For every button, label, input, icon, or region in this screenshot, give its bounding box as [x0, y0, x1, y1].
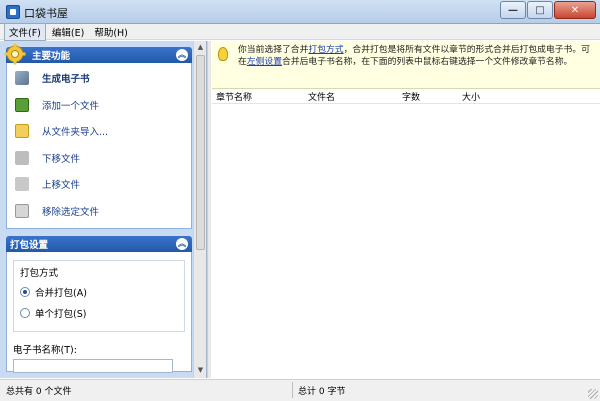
pack-settings-body: 打包方式 合并打包(A) 单个打包(S) 电子书名称(T):	[6, 252, 192, 373]
info-text: 你当前选择了合并打包方式，合并打包是将所有文件以章节的形式合并后打包成电子书。可…	[238, 45, 594, 68]
task-add-file[interactable]: 添加一个文件	[7, 92, 191, 119]
chapter-table[interactable]: 章节名称 文件名 字数 大小	[212, 90, 600, 378]
maximize-button[interactable]: □	[527, 1, 553, 19]
add-file-icon	[15, 97, 29, 112]
window-title: 口袋书屋	[24, 7, 68, 20]
minimize-button[interactable]: —	[500, 1, 526, 19]
task-generate-ebook[interactable]: 生成电子书	[7, 65, 191, 92]
collapse-main-functions-icon[interactable]: ︽	[176, 49, 188, 61]
table-header: 章节名称 文件名 字数 大小	[212, 90, 600, 104]
task-remove-file[interactable]: 移除选定文件	[7, 198, 191, 225]
task-label: 下移文件	[42, 153, 81, 165]
task-label: 从文件夹导入...	[42, 127, 109, 139]
info-banner: 你当前选择了合并打包方式，合并打包是将所有文件以章节的形式合并后打包成电子书。可…	[212, 41, 600, 89]
ebook-name-label: 电子书名称(T):	[13, 345, 77, 356]
info-text-part: 合并后电子书名称，在下面的列表中鼠标右键选择一个文件修改章节名称。	[282, 56, 573, 67]
move-down-icon	[15, 150, 29, 165]
ebook-name-input[interactable]	[13, 359, 173, 373]
status-divider	[292, 382, 293, 398]
pack-mode-group: 打包方式 合并打包(A) 单个打包(S)	[13, 260, 185, 332]
main-functions-title: 主要功能	[32, 51, 71, 62]
radio-merge-pack[interactable]: 合并打包(A)	[20, 285, 178, 299]
main-functions-panel: 主要功能 ︽ 生成电子书 添加一个文件 从文件夹导入... 下移文件 上移文件 …	[4, 43, 192, 229]
lightbulb-icon	[218, 47, 228, 61]
pack-mode-title: 打包方式	[20, 268, 59, 279]
title-bar: 口袋书屋 — □ ✕	[0, 0, 600, 24]
pane-splitter[interactable]	[207, 41, 211, 378]
task-label: 生成电子书	[42, 74, 90, 86]
task-import-folder[interactable]: 从文件夹导入...	[7, 118, 191, 145]
book-icon	[15, 71, 29, 86]
status-total-bytes: 总计 0 字节	[298, 387, 346, 397]
resize-grip-icon[interactable]	[588, 389, 598, 399]
radio-label: 单个打包(S)	[35, 309, 87, 320]
main-functions-body: 生成电子书 添加一个文件 从文件夹导入... 下移文件 上移文件 移除选定文件	[6, 63, 192, 229]
radio-label: 合并打包(A)	[35, 288, 87, 299]
folder-icon	[15, 124, 29, 139]
pack-settings-header[interactable]: 打包设置 ︽	[6, 236, 192, 252]
task-pane-scrollbar[interactable]: ▲ ▼	[193, 41, 206, 378]
task-label: 上移文件	[42, 180, 81, 192]
status-bar: 总共有 0 个文件 总计 0 字节	[0, 379, 600, 401]
info-text-part: 你当前选择了合并	[238, 45, 309, 55]
window-controls: — □ ✕	[499, 1, 596, 19]
task-label: 移除选定文件	[42, 206, 100, 218]
column-word-count[interactable]: 字数	[398, 90, 458, 103]
app-book-icon	[6, 5, 20, 19]
pack-settings-panel: 打包设置 ︽ 打包方式 合并打包(A) 单个打包(S) 电子书名称(T):	[6, 236, 192, 373]
radio-single-pack[interactable]: 单个打包(S)	[20, 306, 178, 320]
left-settings-link[interactable]: 左侧设置	[247, 57, 282, 67]
menu-bar: 文件(F) 编辑(E) 帮助(H)	[0, 22, 600, 41]
column-size[interactable]: 大小	[458, 90, 518, 103]
menu-edit[interactable]: 编辑(E)	[48, 24, 88, 40]
task-pane: 主要功能 ︽ 生成电子书 添加一个文件 从文件夹导入... 下移文件 上移文件 …	[0, 41, 207, 378]
column-chapter-name[interactable]: 章节名称	[212, 90, 304, 103]
column-file-name[interactable]: 文件名	[304, 90, 398, 103]
scroll-down-arrow-icon[interactable]: ▼	[196, 366, 205, 376]
status-file-count: 总共有 0 个文件	[6, 387, 72, 397]
task-move-down[interactable]: 下移文件	[7, 145, 191, 172]
radio-checked-icon[interactable]	[20, 287, 30, 297]
collapse-pack-settings-icon[interactable]: ︽	[176, 238, 188, 250]
main-functions-header[interactable]: 主要功能 ︽	[4, 43, 192, 65]
menu-help[interactable]: 帮助(H)	[90, 24, 132, 40]
task-move-up[interactable]: 上移文件	[7, 171, 191, 198]
radio-unchecked-icon[interactable]	[20, 308, 30, 318]
close-button[interactable]: ✕	[554, 1, 596, 19]
menu-file[interactable]: 文件(F)	[4, 22, 46, 41]
scroll-up-arrow-icon[interactable]: ▲	[196, 43, 205, 53]
gear-icon	[4, 43, 26, 65]
scrollbar-thumb[interactable]	[196, 55, 205, 250]
task-label: 添加一个文件	[42, 100, 100, 112]
move-up-icon	[15, 177, 29, 192]
pack-settings-title: 打包设置	[10, 240, 49, 251]
remove-file-icon	[15, 203, 29, 218]
pack-mode-link[interactable]: 打包方式	[308, 45, 343, 55]
